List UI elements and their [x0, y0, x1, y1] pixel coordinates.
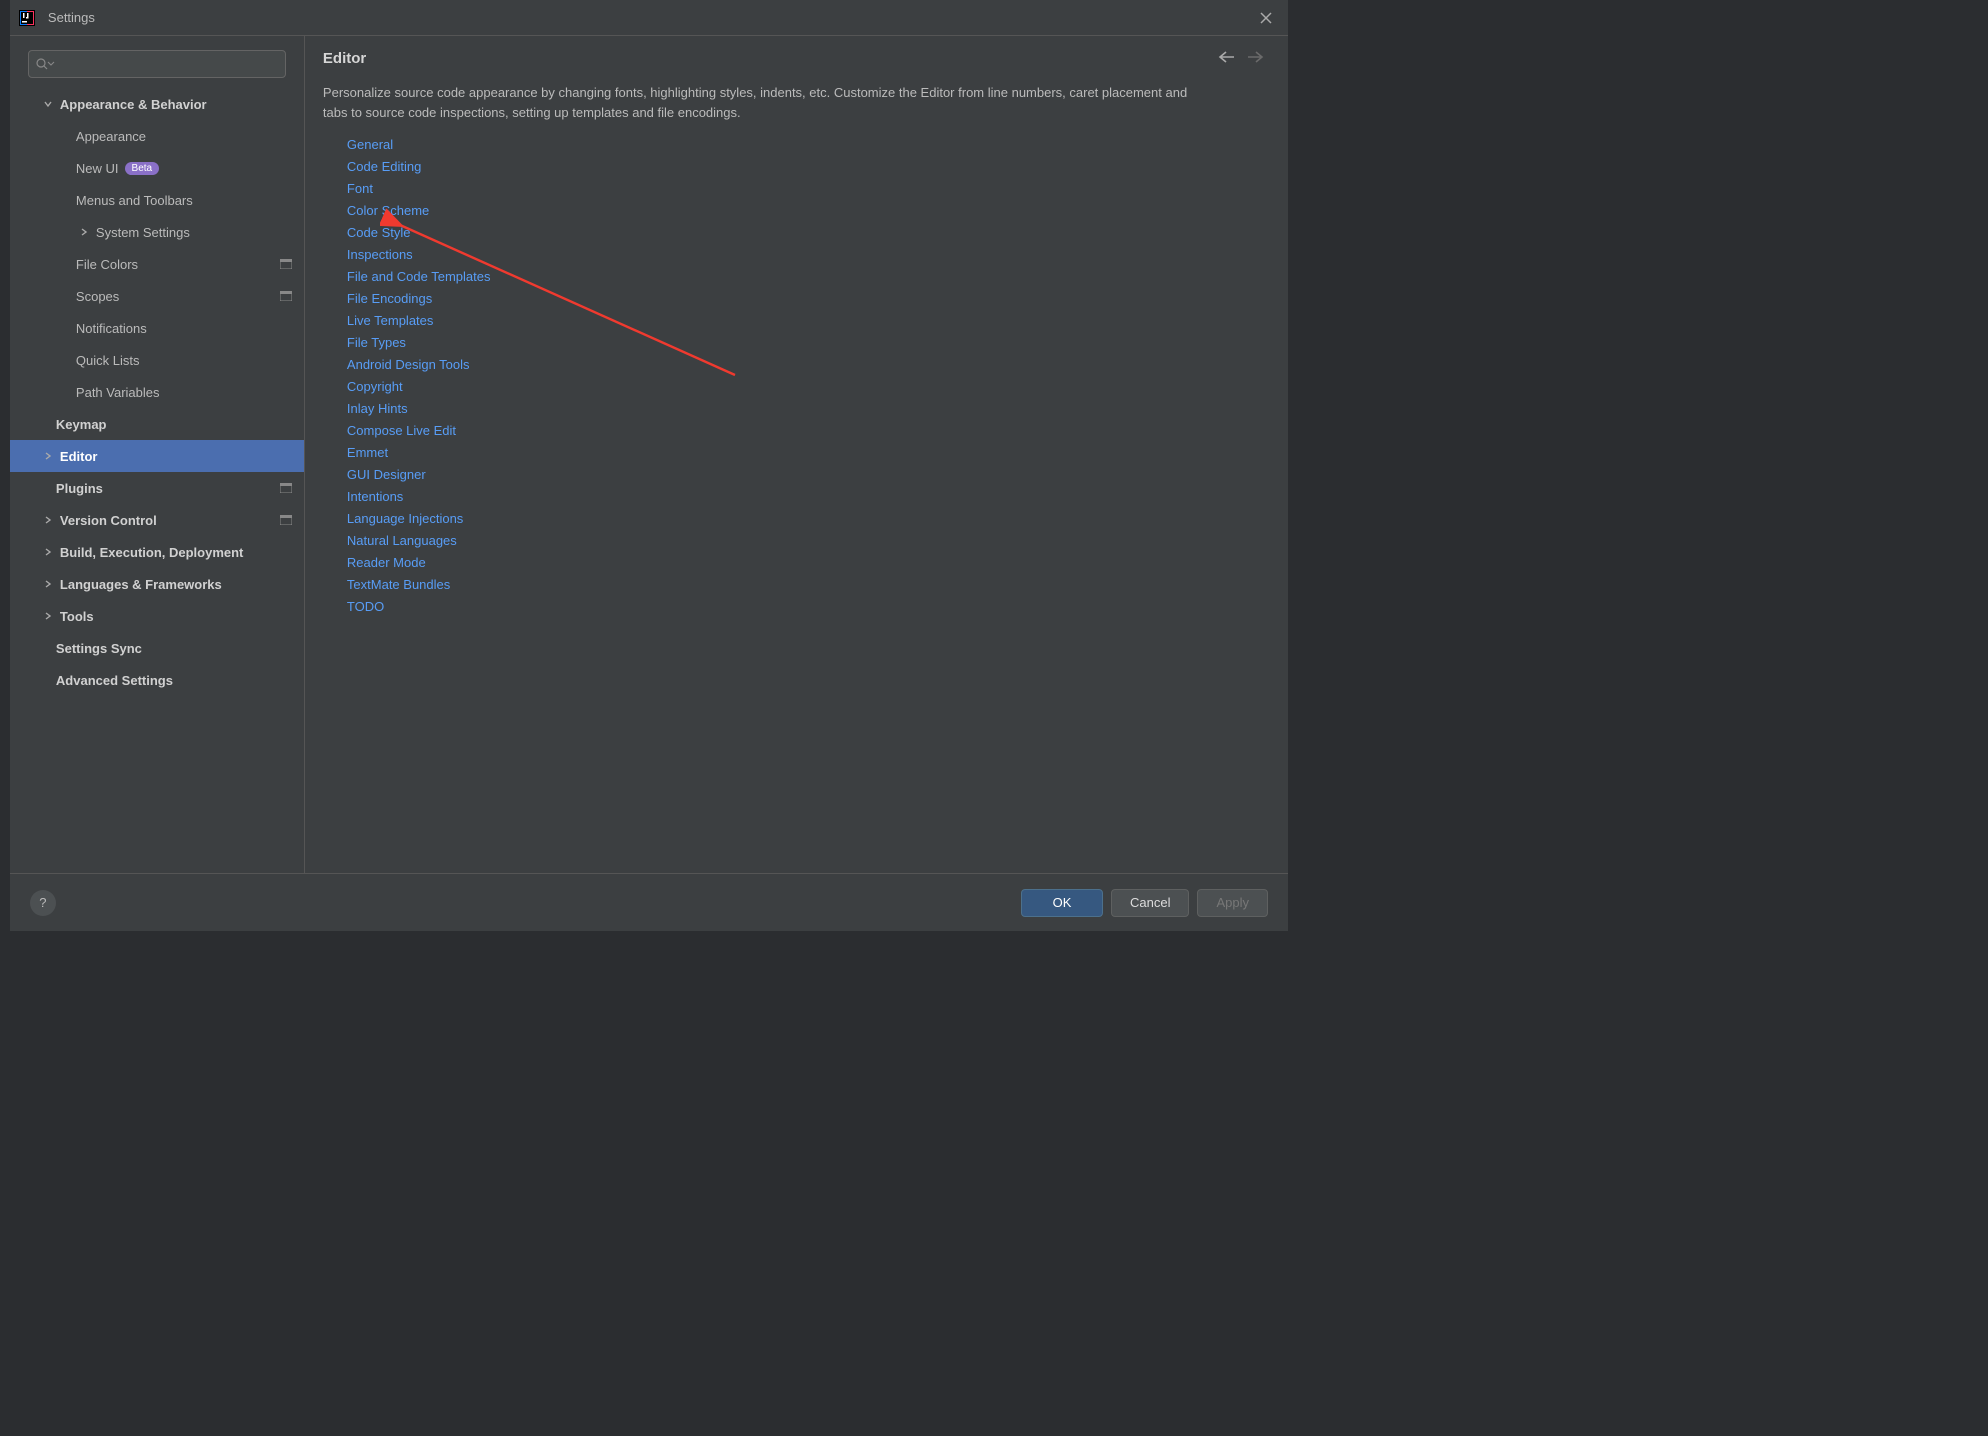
sidebar-item-label: Keymap [56, 417, 107, 432]
project-level-icon [280, 289, 292, 304]
sidebar-item-label: Tools [60, 609, 94, 624]
dialog-footer: ? OK Cancel Apply [10, 873, 1288, 931]
editor-link-font[interactable]: Font [347, 181, 373, 196]
chevron-right-icon [40, 611, 56, 621]
sidebar-item-file-colors[interactable]: File Colors [10, 248, 304, 280]
editor-link-file-types[interactable]: File Types [347, 335, 406, 350]
editor-link-live-templates[interactable]: Live Templates [347, 313, 433, 328]
titlebar: Settings [10, 0, 1288, 36]
settings-tree: Appearance & Behavior Appearance New UI Bet… [10, 88, 304, 873]
editor-link-general[interactable]: General [347, 137, 393, 152]
sidebar-item-languages-frameworks[interactable]: Languages & Frameworks [10, 568, 304, 600]
cancel-button[interactable]: Cancel [1111, 889, 1189, 917]
sidebar-item-label: Notifications [76, 321, 147, 336]
sidebar-item-label: Build, Execution, Deployment [60, 545, 243, 560]
editor-link-emmet[interactable]: Emmet [347, 445, 388, 460]
sidebar-item-label: Appearance [76, 129, 146, 144]
sidebar-item-path-variables[interactable]: Path Variables [10, 376, 304, 408]
page-title: Editor [323, 50, 366, 67]
window-title: Settings [48, 10, 95, 25]
editor-link-file-encodings[interactable]: File Encodings [347, 291, 432, 306]
chevron-right-icon [40, 451, 56, 461]
sidebar-item-system-settings[interactable]: System Settings [10, 216, 304, 248]
editor-link-inlay-hints[interactable]: Inlay Hints [347, 401, 408, 416]
chevron-right-icon [40, 579, 56, 589]
forward-button[interactable] [1246, 50, 1264, 67]
sidebar-item-label: Settings Sync [56, 641, 142, 656]
main-panel: Editor Personalize source code appearanc… [305, 36, 1288, 873]
sidebar-item-label: Path Variables [76, 385, 160, 400]
sidebar-item-scopes[interactable]: Scopes [10, 280, 304, 312]
sidebar-item-appearance[interactable]: Appearance [10, 120, 304, 152]
sidebar-item-label: Quick Lists [76, 353, 140, 368]
editor-link-code-editing[interactable]: Code Editing [347, 159, 421, 174]
beta-badge: Beta [125, 162, 160, 175]
editor-link-compose-live-edit[interactable]: Compose Live Edit [347, 423, 456, 438]
sidebar-item-label: File Colors [76, 257, 138, 272]
sidebar-item-tools[interactable]: Tools [10, 600, 304, 632]
sidebar-item-label: Appearance & Behavior [60, 97, 207, 112]
sidebar-item-keymap[interactable]: Keymap [10, 408, 304, 440]
help-button[interactable]: ? [30, 890, 56, 916]
chevron-right-icon [76, 227, 92, 237]
editor-link-todo[interactable]: TODO [347, 599, 384, 614]
sidebar-item-new-ui[interactable]: New UI Beta [10, 152, 304, 184]
sidebar-item-label: Plugins [56, 481, 103, 496]
settings-sidebar: Appearance & Behavior Appearance New UI Bet… [10, 36, 305, 873]
editor-subpage-links: General Code Editing Font Color Scheme Code … [347, 137, 1264, 614]
sidebar-item-appearance-behavior[interactable]: Appearance & Behavior [10, 88, 304, 120]
chevron-right-icon [40, 515, 56, 525]
sidebar-item-label: New UI [76, 161, 119, 176]
sidebar-item-label: Advanced Settings [56, 673, 173, 688]
editor-left-strip [0, 0, 10, 931]
sidebar-item-quick-lists[interactable]: Quick Lists [10, 344, 304, 376]
editor-link-intentions[interactable]: Intentions [347, 489, 403, 504]
editor-link-file-and-code-templates[interactable]: File and Code Templates [347, 269, 491, 284]
editor-link-natural-languages[interactable]: Natural Languages [347, 533, 457, 548]
sidebar-item-version-control[interactable]: Version Control [10, 504, 304, 536]
dropdown-chevron-icon [47, 60, 55, 68]
sidebar-item-notifications[interactable]: Notifications [10, 312, 304, 344]
page-description: Personalize source code appearance by ch… [323, 83, 1203, 123]
back-button[interactable] [1218, 50, 1236, 67]
sidebar-item-settings-sync[interactable]: Settings Sync [10, 632, 304, 664]
editor-link-code-style[interactable]: Code Style [347, 225, 411, 240]
editor-link-textmate-bundles[interactable]: TextMate Bundles [347, 577, 450, 592]
sidebar-item-advanced-settings[interactable]: Advanced Settings [10, 664, 304, 696]
chevron-right-icon [40, 547, 56, 557]
search-input[interactable] [28, 50, 286, 78]
project-level-icon [280, 513, 292, 528]
close-button[interactable] [1252, 4, 1280, 32]
project-level-icon [280, 257, 292, 272]
sidebar-item-label: Menus and Toolbars [76, 193, 193, 208]
editor-link-android-design-tools[interactable]: Android Design Tools [347, 357, 470, 372]
sidebar-item-label: Scopes [76, 289, 119, 304]
project-level-icon [280, 481, 292, 496]
editor-link-gui-designer[interactable]: GUI Designer [347, 467, 426, 482]
apply-button[interactable]: Apply [1197, 889, 1268, 917]
sidebar-item-label: Editor [60, 449, 98, 464]
sidebar-item-label: System Settings [96, 225, 190, 240]
sidebar-item-build-execution-deployment[interactable]: Build, Execution, Deployment [10, 536, 304, 568]
sidebar-item-label: Version Control [60, 513, 157, 528]
editor-link-color-scheme[interactable]: Color Scheme [347, 203, 429, 218]
sidebar-item-label: Languages & Frameworks [60, 577, 222, 592]
sidebar-item-editor[interactable]: Editor [10, 440, 304, 472]
editor-link-copyright[interactable]: Copyright [347, 379, 403, 394]
ok-button[interactable]: OK [1021, 889, 1103, 917]
settings-dialog: Settings Appearance & BehaviorAppearance… [10, 0, 1288, 931]
sidebar-item-plugins[interactable]: Plugins [10, 472, 304, 504]
chevron-down-icon [40, 99, 56, 109]
app-icon [18, 9, 36, 27]
editor-link-language-injections[interactable]: Language Injections [347, 511, 463, 526]
editor-link-reader-mode[interactable]: Reader Mode [347, 555, 426, 570]
editor-link-inspections[interactable]: Inspections [347, 247, 413, 262]
sidebar-item-menus-and-toolbars[interactable]: Menus and Toolbars [10, 184, 304, 216]
